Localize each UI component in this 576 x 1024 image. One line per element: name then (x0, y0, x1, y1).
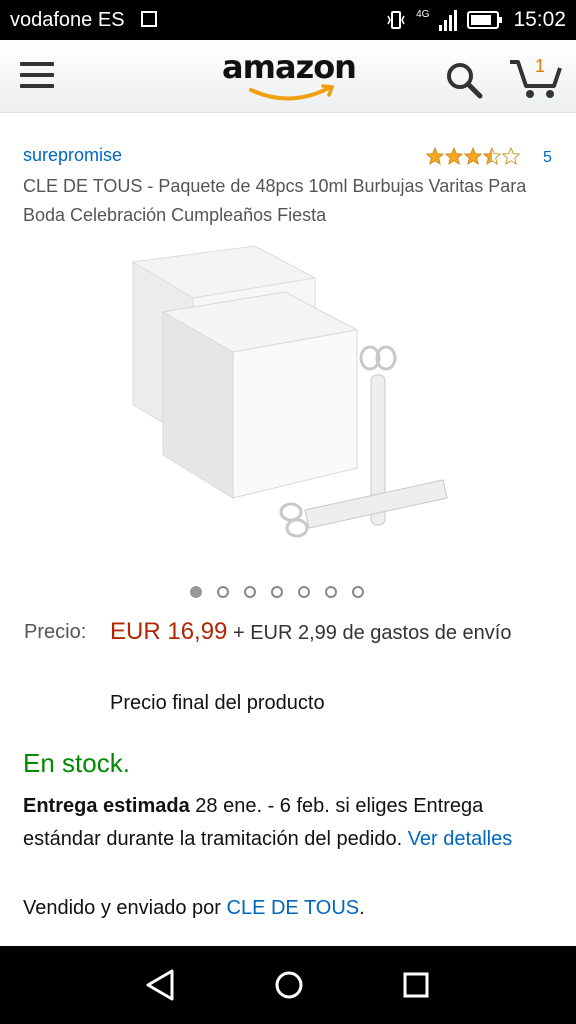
amazon-logo[interactable]: amazon (219, 48, 359, 102)
review-count[interactable]: 5 (543, 149, 552, 167)
shipping-cost: + EUR 2,99 de gastos de envío (227, 622, 512, 644)
network-type: 4G (416, 8, 430, 20)
back-icon[interactable] (144, 968, 176, 1002)
carousel-dot-5[interactable] (298, 586, 310, 598)
carousel-dot-4[interactable] (271, 586, 283, 598)
search-icon[interactable] (444, 60, 484, 100)
price-label: Precio: (24, 621, 87, 643)
seller-prefix: Vendido y enviado por (23, 897, 227, 919)
carousel-dot-1[interactable] (190, 586, 202, 598)
carrier-name: vodafone ES (10, 9, 125, 31)
carousel-dot-7[interactable] (352, 586, 364, 598)
signal-icon (439, 10, 458, 31)
product-image[interactable] (125, 240, 455, 560)
delivery-info: Entrega estimada 28 ene. - 6 feb. si eli… (23, 790, 563, 856)
recent-apps-icon[interactable] (403, 972, 429, 998)
photo-notification-icon (141, 11, 157, 27)
price-note: Precio final del producto (110, 692, 325, 714)
rating-stars-icon[interactable] (426, 146, 522, 166)
app-header: amazon 1 (0, 40, 576, 113)
clock: 15:02 (513, 8, 566, 31)
carousel-dot-2[interactable] (217, 586, 229, 598)
status-bar: vodafone ES 4G 15:02 (0, 0, 576, 40)
cart-count-badge[interactable]: 1 (530, 56, 550, 77)
carousel-dot-3[interactable] (244, 586, 256, 598)
hamburger-menu-icon[interactable] (20, 62, 54, 90)
stock-status: En stock. (23, 748, 130, 778)
brand-link[interactable]: surepromise (23, 145, 122, 166)
product-title: CLE DE TOUS - Paquete de 48pcs 10ml Burb… (23, 176, 527, 225)
see-details-link[interactable]: Ver detalles (408, 828, 513, 850)
seller-info: Vendido y enviado por CLE DE TOUS. (23, 897, 365, 920)
seller-suffix: . (359, 897, 365, 919)
logo-smile-icon (249, 84, 335, 101)
status-icons: 4G 15:02 (386, 7, 566, 33)
home-icon[interactable] (274, 970, 304, 1000)
image-carousel-dots (190, 586, 364, 598)
carousel-dot-6[interactable] (325, 586, 337, 598)
price-block: EUR 16,99 + EUR 2,99 de gastos de envío (110, 615, 550, 650)
vibrate-icon (387, 11, 405, 29)
seller-link[interactable]: CLE DE TOUS (227, 897, 360, 919)
price-value: EUR 16,99 (110, 618, 228, 645)
battery-icon (467, 11, 503, 29)
delivery-heading: Entrega estimada (23, 795, 190, 817)
